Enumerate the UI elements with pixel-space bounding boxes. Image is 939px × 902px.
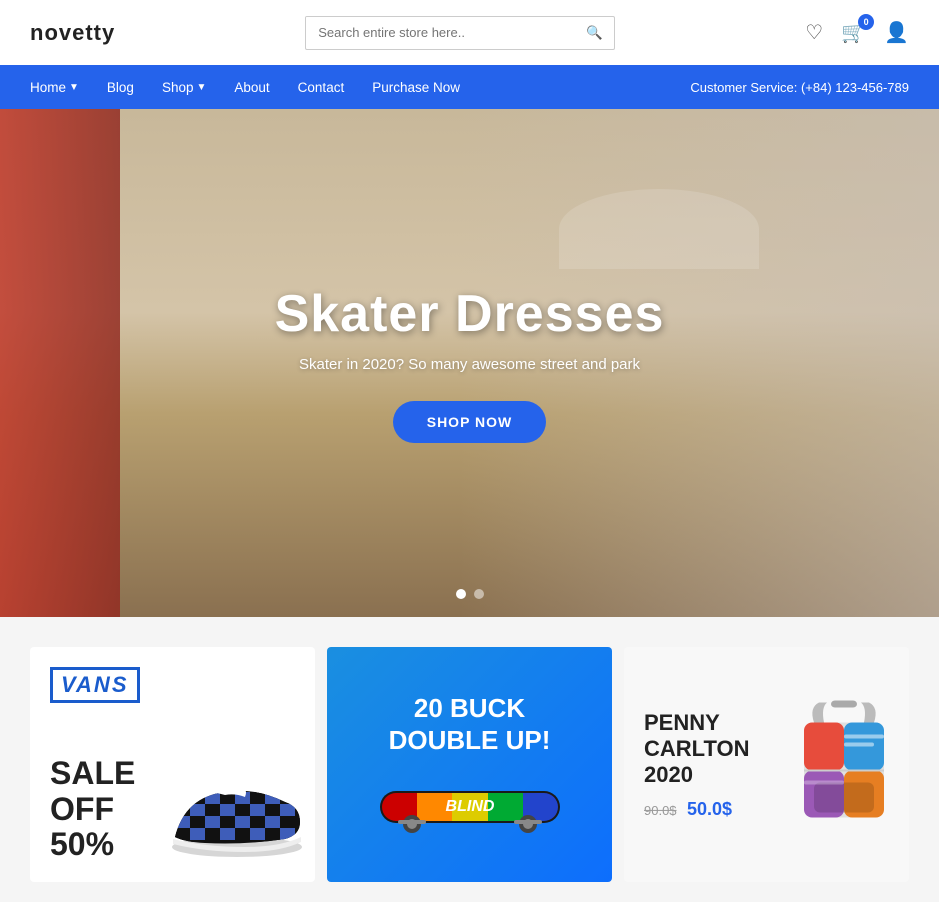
hero-dots (456, 589, 484, 599)
nav-item-about[interactable]: About (234, 68, 269, 107)
nav-items: Home ▼ Blog Shop ▼ About Contact Purchas… (30, 68, 460, 107)
chevron-down-icon: ▼ (69, 82, 79, 93)
nav-item-contact[interactable]: Contact (298, 68, 345, 107)
nav-item-home[interactable]: Home ▼ (30, 68, 79, 107)
cart-button[interactable]: 🛒 0 (841, 20, 866, 45)
card-penny-carlton[interactable]: PENNY CARLTON 2020 90.0$ 50.0$ (624, 647, 909, 882)
backpack-svg (789, 692, 899, 832)
nav-item-shop[interactable]: Shop ▼ (162, 68, 206, 107)
heart-icon: ♡ (805, 22, 823, 44)
wishlist-button[interactable]: ♡ (805, 20, 823, 45)
shoe-image (165, 767, 310, 862)
nav-item-purchase-now[interactable]: Purchase Now (372, 68, 460, 107)
search-icon: 🔍 (586, 25, 603, 40)
penny-title: PENNY CARLTON 2020 (644, 709, 750, 788)
account-button[interactable]: 👤 (884, 20, 909, 45)
vans-sale-text: SALE OFF 50% (50, 756, 135, 862)
vans-brand-logo: VANS (50, 667, 140, 703)
card-20buck[interactable]: 20 BUCK DOUBLE UP! (327, 647, 612, 882)
featured-cards: VANS SALE OFF 50% (0, 617, 939, 902)
hero-content: Skater Dresses Skater in 2020? So many a… (275, 284, 665, 443)
hero-dot-2[interactable] (474, 589, 484, 599)
nav-item-blog[interactable]: Blog (107, 68, 134, 107)
skateboard-image: BLIND (370, 771, 570, 836)
skateboard-visual: BLIND (370, 771, 570, 836)
site-logo[interactable]: novetty (30, 20, 115, 46)
hero-subtitle: Skater in 2020? So many awesome street a… (275, 356, 665, 373)
hero-dot-1[interactable] (456, 589, 466, 599)
svg-text:BLIND: BLIND (445, 798, 494, 815)
hero-banner: Skater Dresses Skater in 2020? So many a… (0, 109, 939, 617)
card-vans[interactable]: VANS SALE OFF 50% (30, 647, 315, 882)
hero-red-accent (0, 109, 120, 617)
hero-title: Skater Dresses (275, 284, 665, 344)
chevron-down-icon: ▼ (196, 82, 206, 93)
buck-title: 20 BUCK DOUBLE UP! (370, 693, 570, 755)
penny-price: 90.0$ 50.0$ (644, 799, 750, 820)
customer-service: Customer Service: (+84) 123-456-789 (690, 80, 909, 95)
cart-badge: 0 (858, 14, 874, 30)
backpack-image (789, 692, 899, 837)
header-icons: ♡ 🛒 0 👤 (805, 20, 909, 45)
main-nav: Home ▼ Blog Shop ▼ About Contact Purchas… (0, 65, 939, 109)
shop-now-button[interactable]: SHOP NOW (393, 401, 547, 443)
search-input[interactable] (306, 17, 576, 48)
site-header: novetty 🔍 ♡ 🛒 0 👤 (0, 0, 939, 65)
search-button[interactable]: 🔍 (576, 17, 613, 49)
account-icon: 👤 (884, 22, 909, 44)
search-bar: 🔍 (305, 16, 615, 50)
